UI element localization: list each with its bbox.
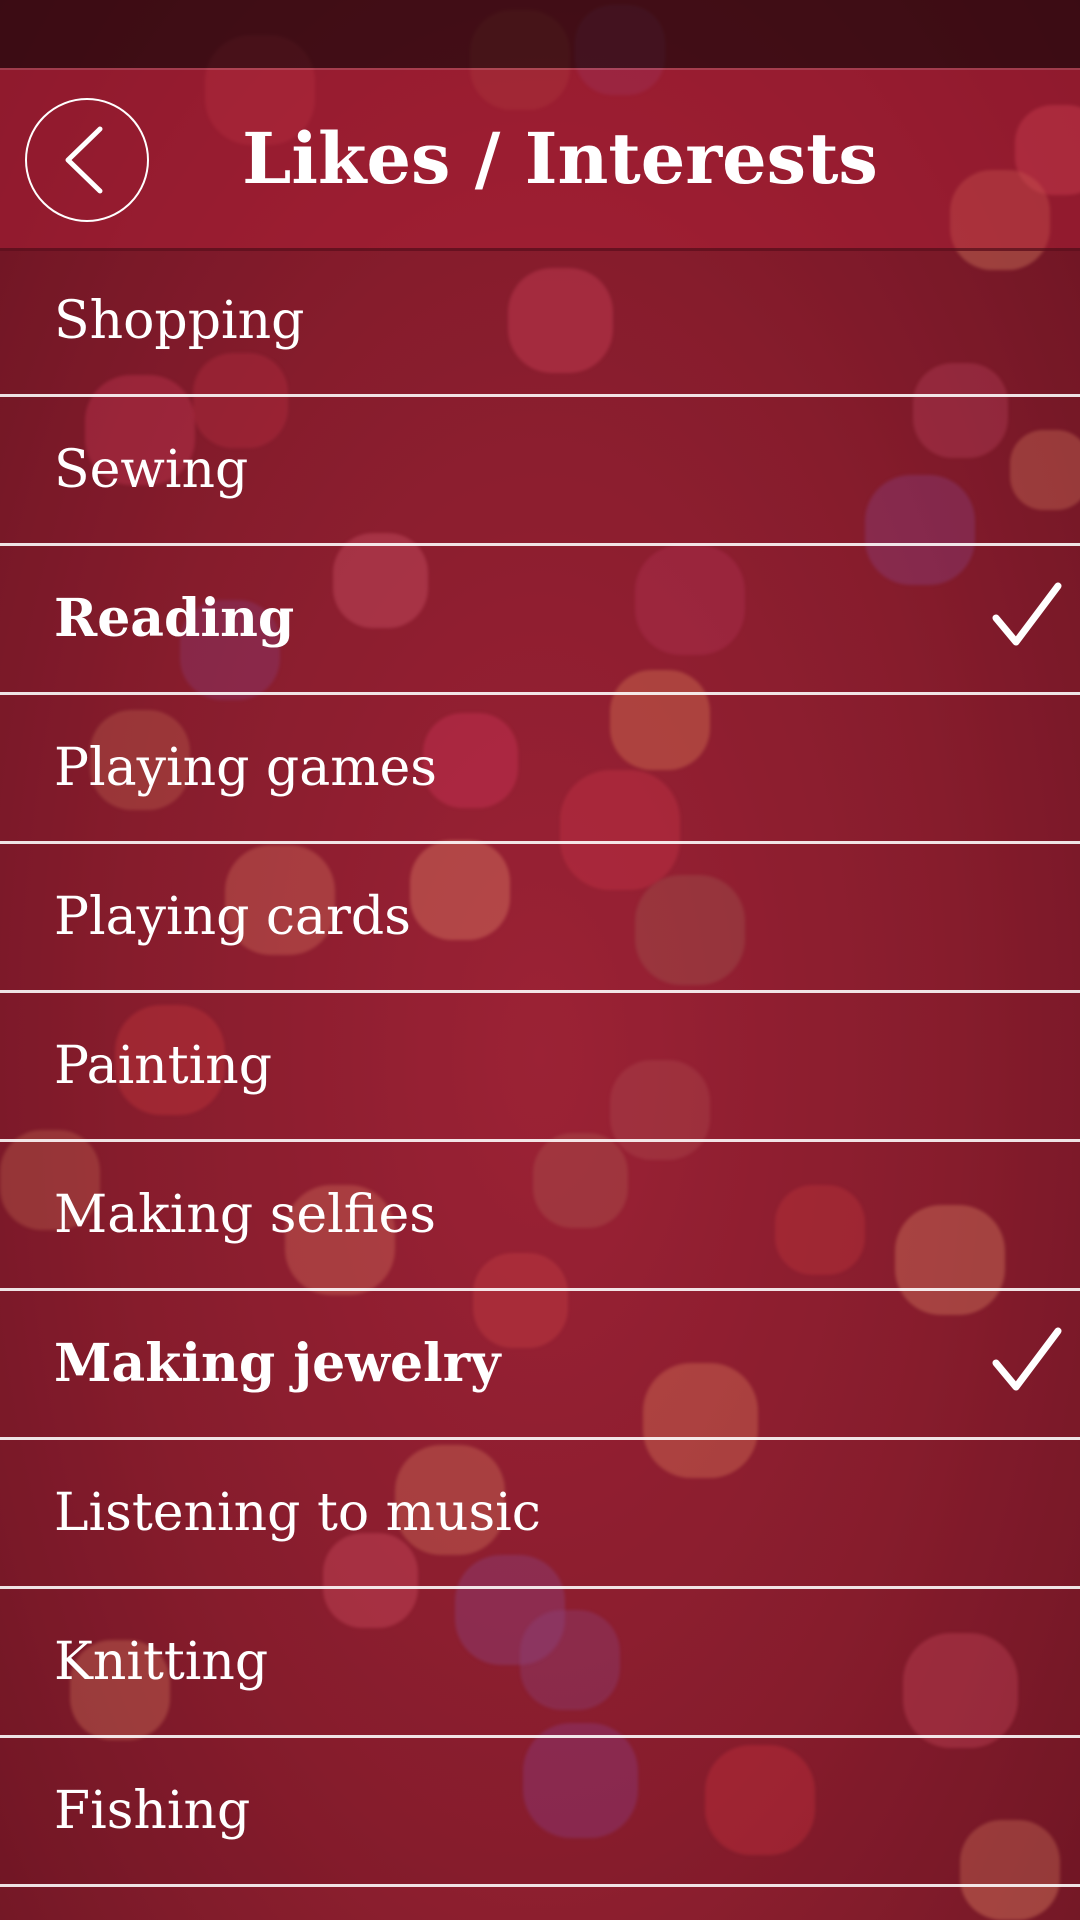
interest-label: Listening to music: [54, 1483, 541, 1543]
interest-item[interactable]: Fishing: [0, 1738, 1080, 1887]
status-bar: [0, 0, 1080, 68]
interest-label: Sewing: [54, 440, 249, 500]
interest-item[interactable]: Making jewelry: [0, 1291, 1080, 1440]
app-header: Likes / Interests: [0, 68, 1080, 251]
page-title: Likes / Interests: [242, 117, 878, 200]
interest-label: Making jewelry: [54, 1333, 501, 1394]
interest-label: Playing cards: [54, 887, 411, 947]
interest-label: Making selfies: [54, 1185, 436, 1245]
interest-item[interactable]: Playing cards: [0, 844, 1080, 993]
interest-item[interactable]: Reading: [0, 546, 1080, 695]
interest-item[interactable]: Playing games: [0, 695, 1080, 844]
interest-label: Playing games: [54, 738, 437, 798]
interest-item[interactable]: Making selfies: [0, 1142, 1080, 1291]
interest-item[interactable]: Knitting: [0, 1589, 1080, 1738]
interest-item[interactable]: Painting: [0, 993, 1080, 1142]
interest-label: Reading: [54, 588, 295, 649]
interest-item[interactable]: Sewing: [0, 397, 1080, 546]
interest-list: Shopping Sewing Reading Playing games Playin…: [0, 248, 1080, 1887]
interest-item[interactable]: Shopping: [0, 248, 1080, 397]
interest-item[interactable]: Listening to music: [0, 1440, 1080, 1589]
interest-label: Knitting: [54, 1632, 269, 1692]
interest-label: Shopping: [54, 291, 305, 351]
checkmark-icon: [992, 1327, 1062, 1391]
interest-label: Painting: [54, 1036, 273, 1096]
chevron-left-icon: [65, 126, 103, 194]
interest-label: Fishing: [54, 1781, 251, 1841]
back-button[interactable]: [25, 98, 149, 222]
checkmark-icon: [992, 582, 1062, 646]
